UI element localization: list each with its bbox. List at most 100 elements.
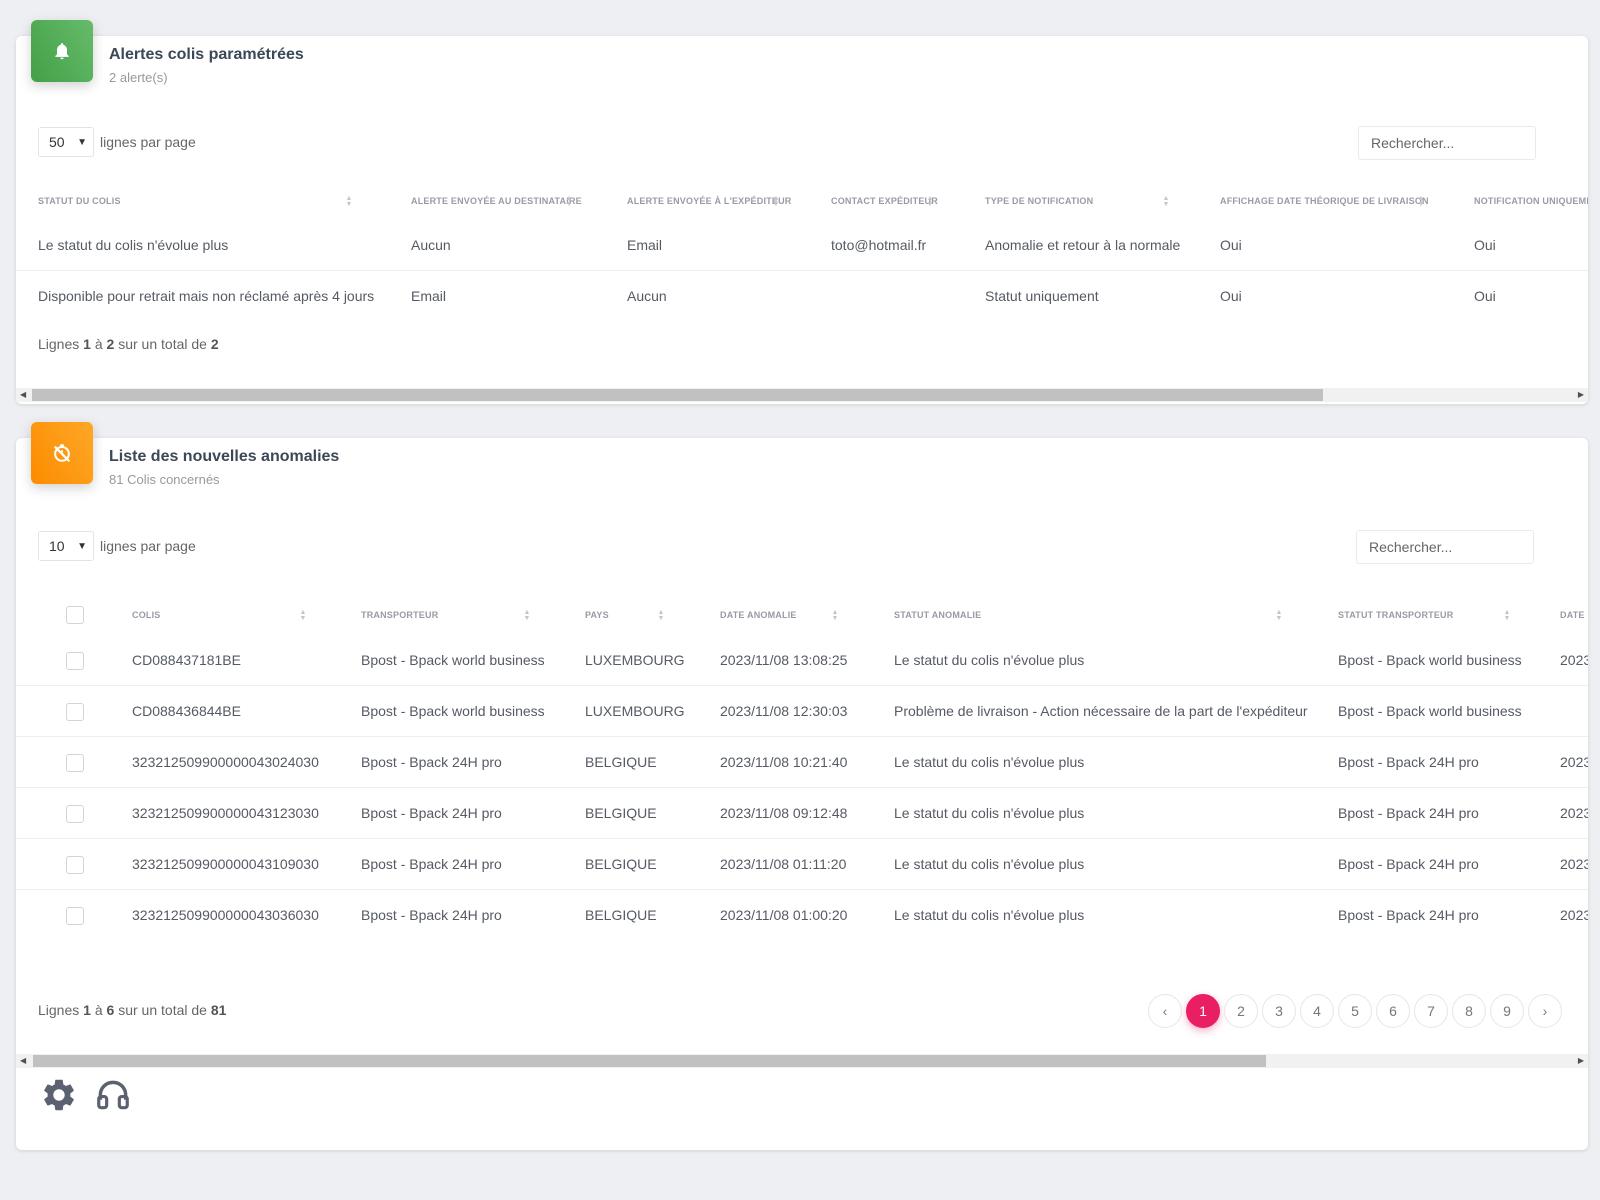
pagination-prev-button[interactable]: ‹ — [1148, 994, 1182, 1028]
sort-icon[interactable]: ▲ ▼ — [1503, 609, 1511, 624]
col-header-alerte-destinataire[interactable]: Alerte envoyée au destinataire — [411, 196, 582, 206]
table-row[interactable]: 323212509900000043109030 Bpost - Bpack 2… — [16, 840, 1588, 890]
row-checkbox[interactable] — [66, 703, 84, 721]
table-row[interactable]: CD088437181BE Bpost - Bpack world busine… — [16, 636, 1588, 686]
page-button-7[interactable]: 7 — [1414, 994, 1448, 1028]
cell-statut-anomalie: Le statut du colis n'évolue plus — [894, 754, 1085, 770]
anomalies-length-select[interactable]: 10 ▼ — [38, 531, 94, 561]
row-checkbox[interactable] — [66, 652, 84, 670]
anomalies-horizontal-scrollbar[interactable]: ◀ ▶ — [16, 1054, 1588, 1068]
table-row[interactable]: 323212509900000043036030 Bpost - Bpack 2… — [16, 891, 1588, 941]
cell-pays: BELGIQUE — [585, 754, 657, 770]
alerts-search-placeholder: Rechercher... — [1371, 135, 1455, 151]
cell-notification-uniquement: Oui — [1474, 237, 1496, 253]
pagination-next-button[interactable]: › — [1528, 994, 1562, 1028]
alerts-count: 2 alerte(s) — [109, 70, 168, 85]
anomalies-title: Liste des nouvelles anomalies — [109, 448, 340, 465]
col-header-statut-colis[interactable]: Statut du colis — [38, 196, 121, 206]
sort-icon[interactable]: ▲ ▼ — [299, 609, 307, 624]
col-header-date[interactable]: Date — [1560, 610, 1585, 620]
alerts-table: Statut du colis ▲ ▼ Alerte envoyée au des… — [16, 186, 1588, 386]
col-header-colis[interactable]: Colis — [132, 610, 161, 620]
sort-icon[interactable]: ▲ ▼ — [1417, 195, 1425, 210]
cell-pays: LUXEMBOURG — [585, 703, 685, 719]
col-header-statut-transporteur[interactable]: Statut transporteur — [1338, 610, 1453, 620]
col-header-type-notification[interactable]: Type de notification — [985, 196, 1093, 206]
alerts-length-label: lignes par page — [100, 134, 196, 150]
row-checkbox[interactable] — [66, 805, 84, 823]
cell-colis: 323212509900000043123030 — [132, 805, 319, 821]
cell-statut-colis: Disponible pour retrait mais non réclamé… — [38, 288, 375, 304]
sort-icon[interactable]: ▲ ▼ — [1162, 195, 1170, 210]
col-header-affichage-date[interactable]: Affichage date théorique de livraison — [1220, 196, 1429, 206]
page-button-8[interactable]: 8 — [1452, 994, 1486, 1028]
anomalies-table-info: Lignes 1 à 6 sur un total de 81 — [38, 1002, 226, 1018]
sort-icon[interactable]: ▲ ▼ — [523, 609, 531, 624]
anomalies-table: Colis ▲ ▼ Transporteur ▲ ▼ Pays ▲ ▼ Date an… — [16, 586, 1588, 962]
scroll-right-icon[interactable]: ▶ — [1578, 1054, 1584, 1068]
sort-icon[interactable]: ▲ ▼ — [657, 609, 665, 624]
cell-transporteur: Bpost - Bpack 24H pro — [361, 754, 502, 770]
cell-date: 2023 — [1560, 907, 1588, 923]
bell-icon — [31, 20, 93, 82]
col-header-date-anomalie[interactable]: Date anomalie — [720, 610, 797, 620]
sort-icon[interactable]: ▲ ▼ — [772, 195, 780, 210]
cell-colis: CD088437181BE — [132, 652, 241, 668]
col-header-statut-anomalie[interactable]: Statut anomalie — [894, 610, 981, 620]
scroll-left-icon[interactable]: ◀ — [20, 388, 26, 402]
sort-icon[interactable]: ▲ ▼ — [926, 195, 934, 210]
sort-icon[interactable]: ▲ ▼ — [1275, 609, 1283, 624]
alerts-horizontal-scrollbar[interactable]: ◀ ▶ — [16, 388, 1588, 402]
alerts-search-input[interactable]: Rechercher... — [1358, 126, 1536, 160]
gear-icon[interactable] — [40, 1076, 78, 1119]
row-checkbox[interactable] — [66, 907, 84, 925]
table-row[interactable]: 323212509900000043123030 Bpost - Bpack 2… — [16, 789, 1588, 839]
page-button-9[interactable]: 9 — [1490, 994, 1524, 1028]
cell-transporteur: Bpost - Bpack 24H pro — [361, 907, 502, 923]
cell-transporteur: Bpost - Bpack 24H pro — [361, 805, 502, 821]
cell-date: 2023 — [1560, 856, 1588, 872]
alerts-length-select[interactable]: 50 ▼ — [38, 127, 94, 157]
scrollbar-thumb[interactable] — [33, 1055, 1266, 1067]
table-row: Le statut du colis n'évolue plus Aucun E… — [16, 221, 1588, 271]
col-header-notification-uniquement[interactable]: Notification uniquement — [1474, 196, 1588, 206]
cell-alerte-destinataire: Aucun — [411, 237, 451, 253]
info-total: 2 — [210, 336, 219, 352]
page-button-5[interactable]: 5 — [1338, 994, 1372, 1028]
sort-icon[interactable]: ▲ ▼ — [831, 609, 839, 624]
page-button-3[interactable]: 3 — [1262, 994, 1296, 1028]
table-row[interactable]: 323212509900000043024030 Bpost - Bpack 2… — [16, 738, 1588, 788]
col-header-contact-expediteur[interactable]: Contact expéditeur — [831, 196, 938, 206]
sort-icon[interactable]: ▲ ▼ — [345, 195, 353, 210]
col-header-transporteur[interactable]: Transporteur — [361, 610, 438, 620]
info-total-text: sur un total de — [118, 336, 207, 352]
no-timer-icon — [31, 422, 93, 484]
cell-statut-transporteur: Bpost - Bpack 24H pro — [1338, 856, 1479, 872]
row-checkbox[interactable] — [66, 754, 84, 772]
cell-colis: 323212509900000043109030 — [132, 856, 319, 872]
info-total-text: sur un total de — [118, 1002, 207, 1018]
table-row[interactable]: CD088436844BE Bpost - Bpack world busine… — [16, 687, 1588, 737]
cell-statut-anomalie: Le statut du colis n'évolue plus — [894, 805, 1085, 821]
scroll-right-icon[interactable]: ▶ — [1578, 388, 1584, 402]
page-button-1[interactable]: 1 — [1186, 994, 1220, 1028]
page-button-4[interactable]: 4 — [1300, 994, 1334, 1028]
table-row: Disponible pour retrait mais non réclamé… — [16, 272, 1588, 322]
cell-date: 2023 — [1560, 805, 1588, 821]
anomalies-length-label: lignes par page — [100, 538, 196, 554]
info-to: 2 — [106, 336, 115, 352]
anomalies-length-value: 10 — [49, 538, 65, 554]
info-to-word: à — [94, 336, 103, 352]
cell-date: 2023 — [1560, 754, 1588, 770]
page-button-6[interactable]: 6 — [1376, 994, 1410, 1028]
col-header-pays[interactable]: Pays — [585, 610, 609, 620]
row-checkbox[interactable] — [66, 856, 84, 874]
headset-icon[interactable] — [94, 1076, 132, 1119]
page-button-2[interactable]: 2 — [1224, 994, 1258, 1028]
col-header-alerte-expediteur[interactable]: Alerte envoyée à l'expéditeur — [627, 196, 791, 206]
select-all-checkbox[interactable] — [66, 606, 84, 624]
anomalies-search-input[interactable]: Rechercher... — [1356, 530, 1534, 564]
scroll-left-icon[interactable]: ◀ — [20, 1054, 26, 1068]
sort-icon[interactable]: ▲ ▼ — [565, 195, 573, 210]
scrollbar-thumb[interactable] — [32, 389, 1323, 401]
